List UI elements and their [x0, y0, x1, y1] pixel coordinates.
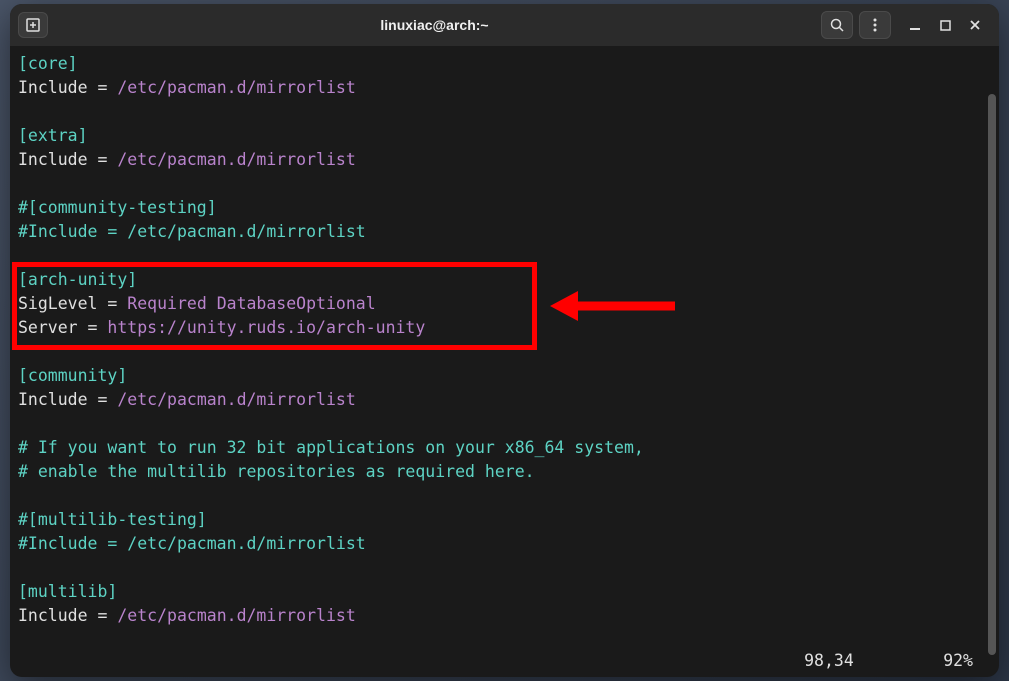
titlebar-left: [18, 12, 48, 38]
window-controls: [907, 17, 983, 33]
section-header-community: [community]: [18, 366, 127, 385]
section-header-extra: [extra]: [18, 126, 88, 145]
titlebar-right: [821, 11, 991, 39]
comment-section-header: #[community-testing]: [18, 198, 217, 217]
vim-status-line: 98,34 92%: [804, 649, 973, 673]
equals: =: [78, 318, 108, 337]
search-button[interactable]: [821, 11, 853, 39]
section-header-multilib: [multilib]: [18, 582, 117, 601]
menu-icon: [867, 17, 883, 33]
equals: =: [88, 150, 118, 169]
include-key: Include: [18, 606, 88, 625]
comment-line: # If you want to run 32 bit applications…: [18, 438, 644, 457]
path-value: /etc/pacman.d/mirrorlist: [117, 78, 355, 97]
menu-button[interactable]: [859, 11, 891, 39]
section-header-core: [core]: [18, 54, 78, 73]
minimize-button[interactable]: [907, 17, 923, 33]
scrollbar[interactable]: [988, 94, 996, 655]
path-value: /etc/pacman.d/mirrorlist: [117, 606, 355, 625]
new-tab-icon: [25, 17, 41, 33]
comment-line: # enable the multilib repositories as re…: [18, 462, 535, 481]
terminal-content[interactable]: [core] Include = /etc/pacman.d/mirrorlis…: [10, 46, 999, 677]
scroll-percent: 92%: [943, 651, 973, 670]
path-value: /etc/pacman.d/mirrorlist: [117, 150, 355, 169]
search-icon: [829, 17, 845, 33]
include-key: Include: [18, 390, 88, 409]
siglevel-key: SigLevel: [18, 294, 97, 313]
server-key: Server: [18, 318, 78, 337]
minimize-icon: [909, 19, 921, 31]
include-key: Include: [18, 150, 88, 169]
titlebar: linuxiac@arch:~: [10, 4, 999, 46]
section-header-arch-unity: [arch-unity]: [18, 270, 137, 289]
equals: =: [88, 78, 118, 97]
maximize-button[interactable]: [937, 17, 953, 33]
siglevel-value: Required DatabaseOptional: [127, 294, 375, 313]
equals: =: [88, 390, 118, 409]
cursor-position: 98,34: [804, 651, 854, 670]
comment-line: #Include = /etc/pacman.d/mirrorlist: [18, 222, 366, 241]
comment-line: #Include = /etc/pacman.d/mirrorlist: [18, 534, 366, 553]
comment-section-header: #[multilib-testing]: [18, 510, 207, 529]
equals: =: [97, 294, 127, 313]
new-tab-button[interactable]: [18, 12, 48, 38]
include-key: Include: [18, 78, 88, 97]
terminal-window: linuxiac@arch:~ [core] Inclu: [10, 4, 999, 677]
window-title: linuxiac@arch:~: [56, 17, 813, 33]
close-button[interactable]: [967, 17, 983, 33]
close-icon: [969, 19, 981, 31]
maximize-icon: [940, 20, 951, 31]
equals: =: [88, 606, 118, 625]
path-value: /etc/pacman.d/mirrorlist: [117, 390, 355, 409]
server-value: https://unity.ruds.io/arch-unity: [107, 318, 425, 337]
